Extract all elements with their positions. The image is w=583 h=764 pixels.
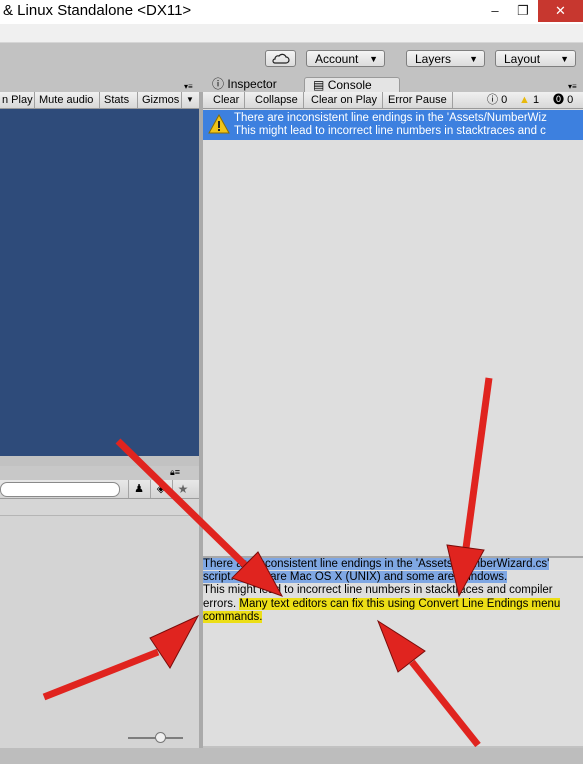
info-count: 0: [501, 94, 508, 106]
chevron-down-icon: ▼: [560, 54, 569, 64]
tab-console[interactable]: ▤ Console: [304, 77, 400, 92]
log-entry-row[interactable]: There are inconsistent line endings in t…: [203, 110, 583, 140]
search-input[interactable]: [0, 482, 120, 497]
chevron-down-icon[interactable]: ▼: [181, 92, 198, 108]
warning-count: 1: [532, 94, 540, 106]
info-icon: ⓘ: [212, 77, 225, 91]
log-entry-text: There are inconsistent line endings in t…: [234, 112, 583, 138]
log-entry-line: There are inconsistent line endings in t…: [234, 112, 547, 124]
project-breadcrumb: [0, 499, 199, 516]
chevron-down-icon: ▼: [469, 54, 478, 64]
layout-dropdown[interactable]: Layout ▼: [495, 50, 576, 67]
stats-button[interactable]: Stats: [99, 92, 133, 108]
cloud-icon: [272, 53, 290, 64]
chevron-down-icon: ▼: [369, 54, 378, 64]
cloud-button[interactable]: [265, 50, 296, 67]
restore-button[interactable]: ❐: [505, 0, 541, 22]
console-log-list[interactable]: [203, 109, 583, 556]
close-button[interactable]: ✕: [538, 0, 583, 22]
layers-dropdown[interactable]: Layers ▼: [406, 50, 485, 67]
panel-menu-icon[interactable]: ▾≡: [184, 82, 193, 91]
tab-inspector-label: Inspector: [227, 77, 277, 91]
lock-icon[interactable]: 🔒︎≡: [170, 467, 180, 478]
filter-by-label-icon[interactable]: ◈: [150, 480, 171, 498]
status-bar: [0, 748, 583, 764]
info-icon: ⓘ: [487, 94, 498, 106]
detail-highlight-marker: Many text editors can fix this using Con…: [203, 597, 561, 623]
error-count: 0: [567, 94, 574, 106]
warning-icon: ▲: [519, 94, 530, 106]
clear-button[interactable]: Clear: [208, 92, 246, 108]
zoom-slider-handle[interactable]: [155, 732, 166, 743]
mute-audio-button[interactable]: Mute audio: [34, 92, 97, 108]
account-dropdown[interactable]: Account ▼: [306, 50, 385, 67]
tab-console-label: Console: [327, 78, 372, 92]
menu-bar: [0, 24, 583, 43]
layout-label: Layout: [504, 52, 541, 66]
error-icon: ⓿: [553, 94, 564, 106]
title-bar: & Linux Standalone <DX11> – ❐ ✕: [0, 0, 583, 24]
panel-menu-icon[interactable]: ▾≡: [568, 82, 577, 91]
window-title: & Linux Standalone <DX11>: [3, 2, 192, 19]
detail-highlight-selection: There are inconsistent line endings in t…: [203, 558, 550, 584]
console-icon: ▤: [313, 78, 325, 92]
favorite-star-icon[interactable]: ★: [172, 480, 193, 498]
maximize-on-play-button[interactable]: n Play: [0, 92, 37, 108]
console-detail-pane[interactable]: There are inconsistent line endings in t…: [203, 558, 583, 746]
tab-inspector[interactable]: ⓘ Inspector: [212, 77, 277, 92]
log-entry-line: This might lead to incorrect line number…: [234, 125, 546, 137]
project-content[interactable]: [0, 516, 199, 748]
gizmos-button[interactable]: Gizmos: [137, 92, 183, 108]
error-pause-button[interactable]: Error Pause: [383, 92, 453, 108]
info-filter-toggle[interactable]: ⓘ 0: [487, 92, 507, 108]
clear-on-play-button[interactable]: Clear on Play: [306, 92, 384, 108]
filter-by-type-icon[interactable]: ♟: [128, 480, 149, 498]
error-filter-toggle[interactable]: ⓿ 0: [553, 92, 573, 108]
layers-label: Layers: [415, 52, 452, 66]
log-detail-text: There are inconsistent line endings in t…: [203, 558, 581, 624]
warning-icon: [208, 114, 230, 134]
game-view[interactable]: [0, 109, 199, 456]
account-label: Account: [315, 52, 359, 66]
collapse-button[interactable]: Collapse: [250, 92, 304, 108]
warning-filter-toggle[interactable]: ▲ 1: [519, 92, 539, 108]
